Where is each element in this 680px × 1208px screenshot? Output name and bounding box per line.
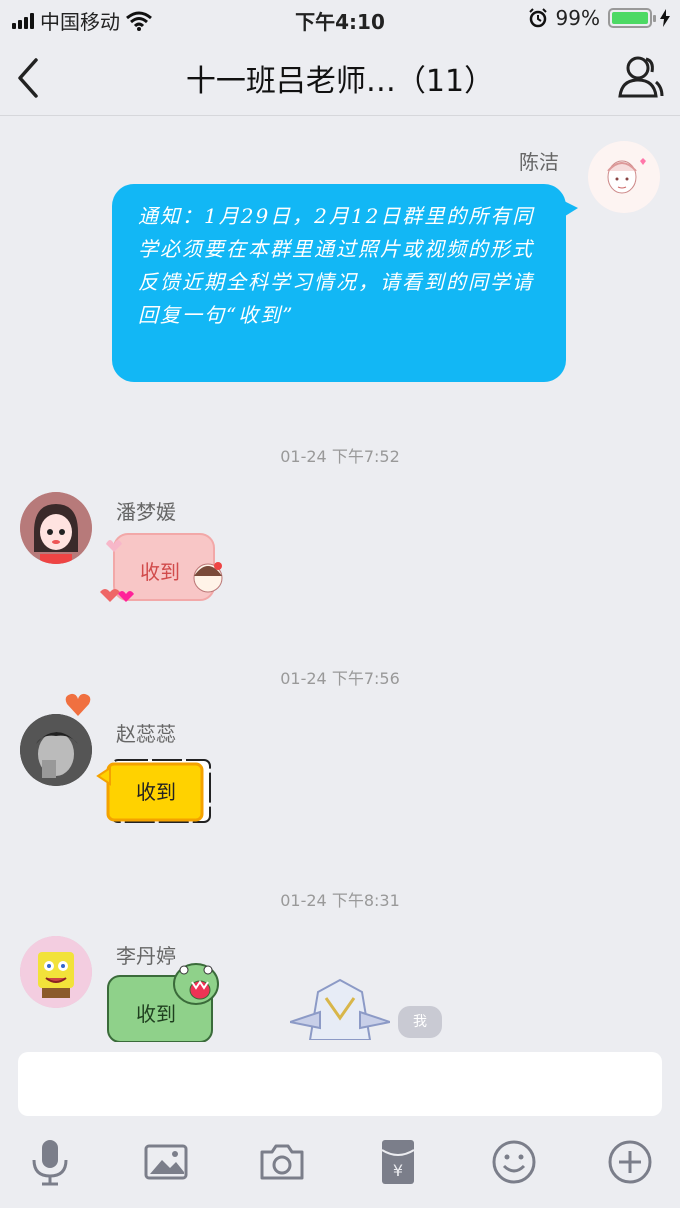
timestamp: 01-24 下午8:31 bbox=[280, 891, 400, 910]
avatar-photo-image bbox=[20, 714, 92, 786]
emoji-icon bbox=[492, 1140, 536, 1184]
sticker-caption: 收到 bbox=[140, 560, 180, 584]
red-packet-icon: ¥ bbox=[381, 1140, 415, 1184]
sticker-message[interactable]: 收到 bbox=[100, 526, 230, 610]
timestamp: 01-24 下午7:56 bbox=[280, 669, 400, 688]
message-input[interactable] bbox=[18, 1052, 662, 1116]
more-button[interactable] bbox=[606, 1138, 654, 1186]
sticker-character-image[interactable] bbox=[290, 978, 390, 1040]
svg-text:¥: ¥ bbox=[393, 1161, 403, 1180]
battery-percent: 99% bbox=[555, 6, 600, 30]
chat-title[interactable]: 十一班吕老师…（11） bbox=[0, 56, 680, 100]
group-profile-icon bbox=[618, 56, 664, 98]
me-tag[interactable]: 我 bbox=[398, 1006, 442, 1038]
battery-icon bbox=[608, 8, 656, 28]
status-bar: 中国移动 下午4:10 99% bbox=[0, 0, 680, 38]
sender-name: 潘梦媛 bbox=[116, 500, 176, 524]
avatar[interactable] bbox=[20, 714, 92, 786]
group-profile-button[interactable] bbox=[616, 54, 664, 100]
avatar[interactable] bbox=[20, 492, 92, 564]
timestamp: 01-24 下午7:52 bbox=[280, 447, 400, 466]
message-text: 通知：1月29日，2月12日群里的所有同学必须要在本群里通过照片或视频的形式反馈… bbox=[138, 204, 535, 327]
status-right: 99% bbox=[528, 6, 670, 30]
avatar-anime-girl-image bbox=[588, 141, 660, 213]
image-icon bbox=[144, 1144, 188, 1180]
avatar-spongebob-image bbox=[20, 936, 92, 1008]
message-bubble[interactable]: 通知：1月29日，2月12日群里的所有同学必须要在本群里通过照片或视频的形式反馈… bbox=[112, 184, 578, 382]
microphone-icon bbox=[32, 1140, 68, 1186]
camera-icon bbox=[260, 1144, 304, 1180]
red-packet-button[interactable]: ¥ bbox=[374, 1138, 422, 1186]
sender-name: 陈洁 bbox=[519, 150, 559, 174]
sticker-caption: 收到 bbox=[136, 1002, 176, 1026]
image-button[interactable] bbox=[142, 1138, 190, 1186]
sticker-message[interactable]: 收到 bbox=[96, 754, 216, 828]
plus-icon bbox=[608, 1140, 652, 1184]
heart-badge-icon bbox=[65, 693, 91, 716]
emoji-button[interactable] bbox=[490, 1138, 538, 1186]
sticker-caption: 收到 bbox=[136, 780, 176, 804]
chat-header: 十一班吕老师…（11） bbox=[0, 38, 680, 116]
input-toolbar: ¥ bbox=[0, 1128, 680, 1198]
alarm-icon bbox=[528, 8, 547, 28]
sender-name: 赵蕊蕊 bbox=[116, 722, 176, 746]
avatar-cartoon-girl-image bbox=[20, 492, 92, 564]
voice-button[interactable] bbox=[26, 1138, 74, 1186]
camera-button[interactable] bbox=[258, 1138, 306, 1186]
avatar[interactable] bbox=[588, 141, 660, 213]
sticker-message[interactable]: 收到 bbox=[104, 962, 224, 1042]
avatar[interactable] bbox=[20, 936, 92, 1008]
charging-icon bbox=[660, 9, 670, 27]
